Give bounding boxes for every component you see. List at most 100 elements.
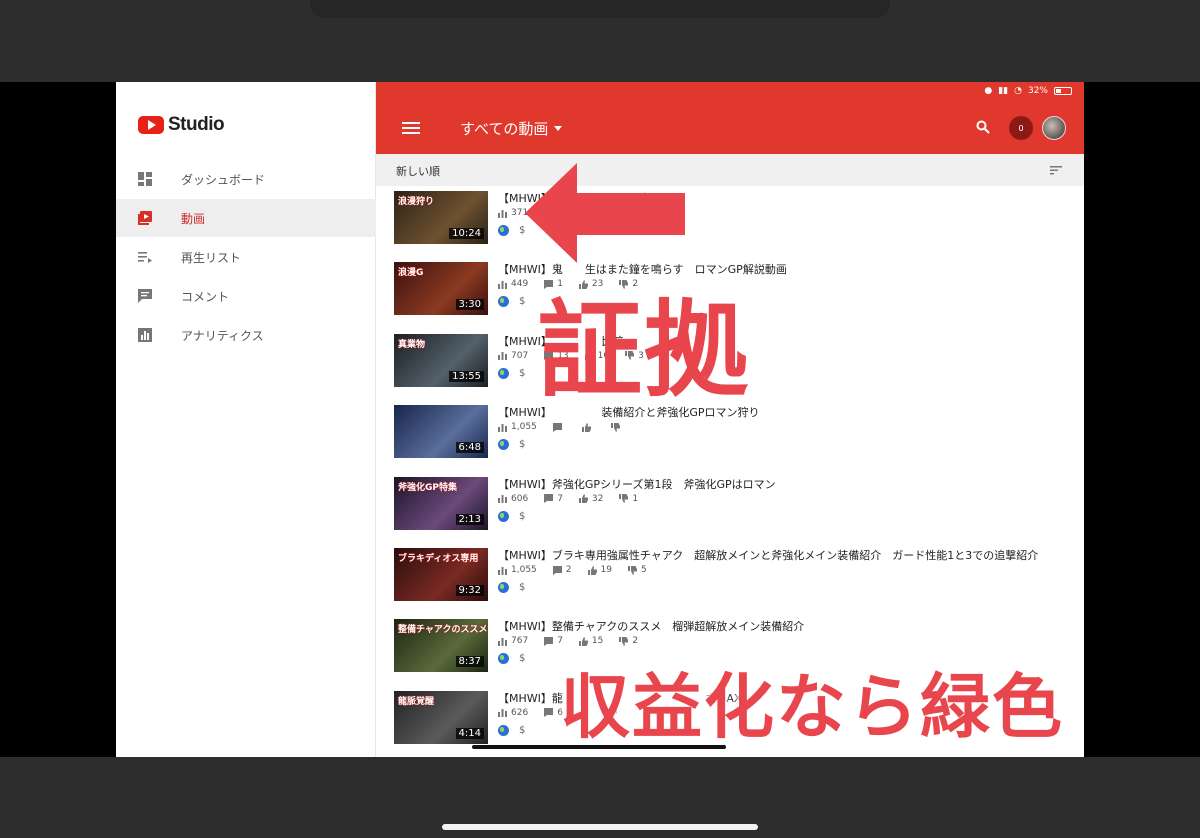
video-duration: 13:55 bbox=[449, 370, 484, 382]
video-thumbnail[interactable]: 整備チャアクのススメ 8:37 bbox=[394, 619, 488, 673]
comment-icon bbox=[544, 279, 554, 289]
views-icon bbox=[498, 280, 507, 289]
studio-logo[interactable]: Studio bbox=[138, 114, 225, 136]
video-thumbnail[interactable]: 龍脈覚醒 4:14 bbox=[394, 690, 488, 744]
dislike-count: 2 bbox=[632, 279, 639, 290]
like-icon bbox=[578, 494, 588, 504]
dislike-icon bbox=[610, 422, 620, 432]
sidebar-item-label: 再生リスト bbox=[181, 250, 242, 265]
evidence-annotation: 証拠 bbox=[538, 289, 751, 411]
view-count: 606 bbox=[511, 493, 529, 504]
video-thumbnail[interactable]: 浪漫G 3:30 bbox=[394, 262, 488, 316]
like-icon bbox=[587, 565, 597, 575]
thumbnail-text: 浪漫狩り bbox=[398, 197, 435, 207]
analytics-icon bbox=[138, 328, 152, 342]
sidebar-item-analytics[interactable]: アナリティクス bbox=[116, 316, 376, 354]
video-visibility: $ bbox=[498, 724, 526, 736]
sidebar-item-dashboard[interactable]: ダッシュボード bbox=[116, 160, 376, 198]
views-icon bbox=[498, 423, 507, 432]
in-app-home-indicator bbox=[472, 745, 726, 749]
dollar-icon: $ bbox=[519, 724, 526, 736]
globe-icon bbox=[498, 367, 509, 379]
view-count: 1,055 bbox=[511, 565, 537, 575]
video-row[interactable]: 斧強化GP特集 2:13 【MHWI】斧強化GPシリーズ第1段 斧強化GPはロマ… bbox=[376, 472, 1084, 543]
video-duration: 8:37 bbox=[455, 656, 484, 668]
dollar-icon: $ bbox=[519, 582, 526, 593]
status-bar: ● ▮▮ ◔ 32% bbox=[984, 86, 1072, 96]
comment-icon bbox=[552, 565, 562, 575]
view-count: 1,055 bbox=[511, 422, 537, 433]
dislike-count: 1 bbox=[632, 493, 639, 504]
video-filter-dropdown[interactable]: すべての動画 bbox=[460, 118, 563, 139]
video-thumbnail[interactable]: 真業物 13:55 bbox=[394, 333, 488, 387]
video-title[interactable]: 【MHWI】ブラキ専用強属性チャアク 超解放メインと斧強化メイン装備紹介 ガード… bbox=[498, 547, 1058, 563]
dislike-count: 2 bbox=[632, 636, 639, 647]
dislike-icon bbox=[619, 636, 629, 646]
dollar-icon: $ bbox=[519, 653, 526, 665]
video-icon bbox=[138, 211, 152, 225]
home-indicator[interactable] bbox=[442, 824, 758, 830]
dollar-icon: $ bbox=[519, 439, 526, 451]
letterbox-left bbox=[0, 82, 116, 757]
video-visibility: $ bbox=[498, 225, 525, 236]
playlist-icon bbox=[138, 252, 152, 263]
views-icon bbox=[498, 709, 507, 718]
top-bezel bbox=[0, 0, 1200, 82]
notification-badge[interactable]: 0 bbox=[1009, 116, 1033, 140]
monetized-note-annotation: 収益化なら緑色 bbox=[560, 666, 1064, 748]
video-thumbnail[interactable]: ブラキディオス専用 9:32 bbox=[394, 548, 488, 601]
like-icon bbox=[578, 636, 588, 646]
dollar-icon: $ bbox=[519, 367, 526, 379]
sort-label[interactable]: 新しい順 bbox=[396, 163, 440, 179]
video-duration: 2:13 bbox=[455, 513, 484, 525]
globe-icon bbox=[498, 296, 509, 308]
video-thumbnail[interactable]: 浪漫狩り 10:24 bbox=[394, 191, 488, 244]
video-stats: 1,055 bbox=[498, 422, 624, 432]
globe-icon bbox=[498, 582, 509, 593]
thumbnail-text: 真業物 bbox=[398, 339, 426, 350]
video-duration: 3:30 bbox=[455, 299, 484, 311]
sidebar-item-playlists[interactable]: 再生リスト bbox=[116, 238, 376, 276]
video-row[interactable]: ブラキディオス専用 9:32 【MHWI】ブラキ専用強属性チャアク 超解放メイン… bbox=[376, 543, 1084, 614]
like-icon bbox=[581, 422, 591, 432]
video-visibility: $ bbox=[498, 510, 525, 522]
video-visibility: $ bbox=[498, 439, 526, 451]
dashboard-icon bbox=[138, 172, 152, 186]
comment-count: 2 bbox=[565, 565, 572, 575]
view-count: 626 bbox=[511, 707, 529, 718]
sidebar-item-comments[interactable]: コメント bbox=[116, 277, 376, 315]
globe-icon bbox=[498, 439, 509, 451]
video-thumbnail[interactable]: 6:48 bbox=[394, 405, 488, 459]
video-visibility: $ bbox=[498, 582, 525, 593]
video-title[interactable]: 【MHWI】斧強化GPシリーズ第1段 斧強化GPはロマン bbox=[498, 476, 1058, 492]
thumbnail-text: ブラキディオス専用 bbox=[398, 554, 479, 564]
search-icon[interactable] bbox=[976, 120, 990, 134]
battery-percent: 32% bbox=[1027, 86, 1048, 96]
dollar-icon: $ bbox=[519, 296, 526, 308]
menu-icon[interactable] bbox=[402, 122, 420, 134]
video-duration: 9:32 bbox=[455, 585, 484, 596]
like-count: 15 bbox=[591, 636, 604, 647]
chevron-down-icon bbox=[554, 126, 563, 131]
globe-icon bbox=[498, 653, 509, 665]
dislike-icon bbox=[619, 279, 629, 289]
video-title[interactable]: 【MHWI】整備チャアクのススメ 榴弾超解放メイン装備紹介 bbox=[498, 618, 1058, 634]
video-stats: 449 1 23 2 bbox=[498, 279, 638, 289]
views-icon bbox=[498, 637, 507, 646]
youtube-play-icon bbox=[138, 116, 164, 134]
globe-icon bbox=[498, 724, 509, 736]
comment-icon bbox=[138, 289, 152, 303]
video-duration: 6:48 bbox=[455, 442, 484, 454]
globe-icon bbox=[498, 225, 509, 236]
sidebar-item-label: 動画 bbox=[181, 211, 206, 226]
avatar[interactable] bbox=[1042, 116, 1066, 140]
sort-icon[interactable] bbox=[1050, 166, 1062, 175]
video-thumbnail[interactable]: 斧強化GP特集 2:13 bbox=[394, 476, 488, 530]
video-title[interactable]: 【MHWI】鬼 生はまた鐘を鳴らす ロマンGP解説動画 bbox=[498, 261, 1058, 277]
battery-icon bbox=[1054, 87, 1072, 95]
view-count: 767 bbox=[511, 636, 529, 647]
sidebar-item-videos[interactable]: 動画 bbox=[116, 199, 376, 237]
video-row[interactable]: 浪漫狩り 10:24 【MHWI】ジアックスの思い出 371 $ bbox=[376, 186, 1084, 257]
page-title: すべての動画 bbox=[460, 120, 549, 138]
comment-icon bbox=[544, 636, 554, 646]
